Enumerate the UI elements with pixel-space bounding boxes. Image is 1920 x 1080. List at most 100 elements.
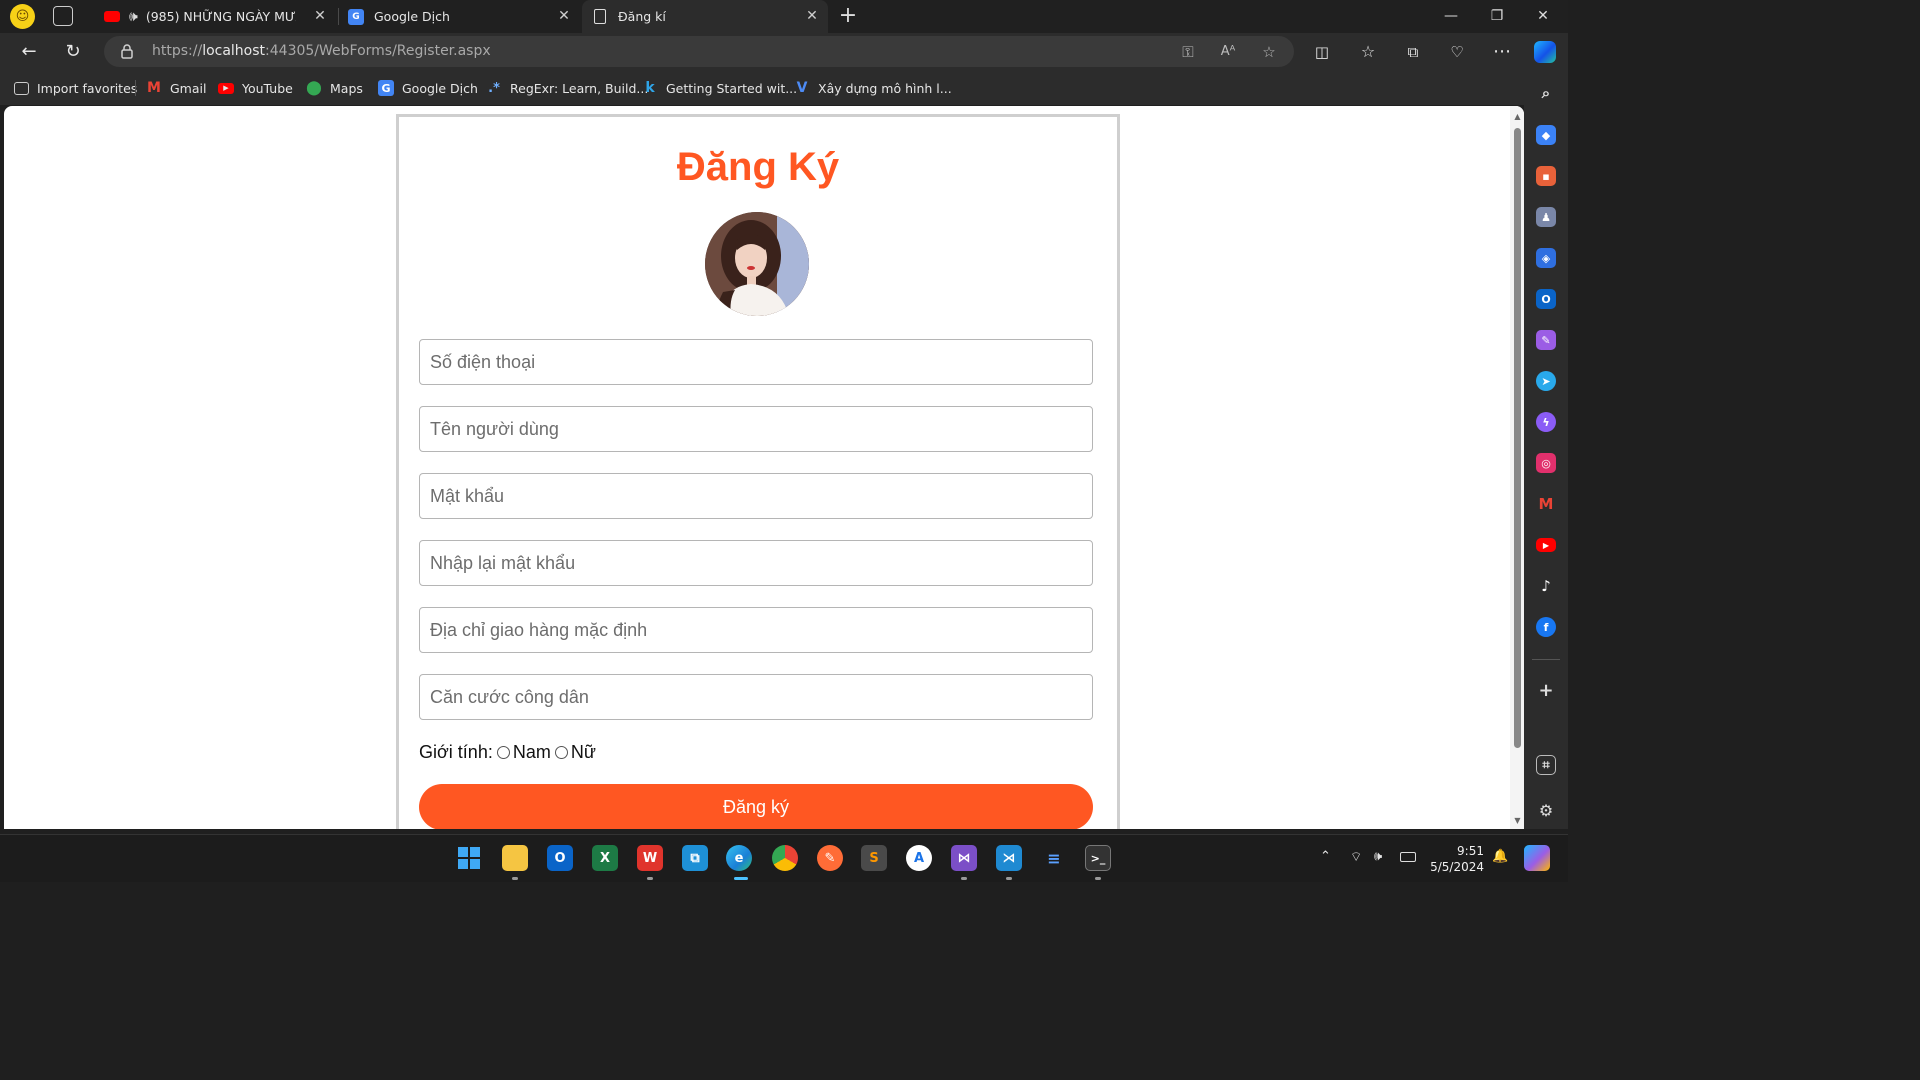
facebook-icon[interactable]: f [1536, 617, 1556, 637]
task-manager-icon[interactable]: ≡ [1041, 845, 1067, 871]
games-icon[interactable]: ♟ [1536, 207, 1556, 227]
tab-register[interactable]: Đăng kí ✕ [582, 0, 828, 33]
telegram-icon[interactable]: ➤ [1536, 371, 1556, 391]
file-explorer-icon[interactable] [502, 845, 528, 871]
address-input[interactable] [420, 608, 1092, 652]
messenger-icon[interactable]: ϟ [1536, 412, 1556, 432]
app-store-icon[interactable]: A [906, 845, 932, 871]
url-text[interactable]: https://localhost:44305/WebForms/Registe… [152, 43, 491, 59]
excel-icon[interactable]: X [592, 845, 618, 871]
gmail-sidebar-icon[interactable]: M [1536, 494, 1556, 514]
back-button[interactable]: ← [14, 37, 44, 67]
instagram-icon[interactable]: ◎ [1536, 453, 1556, 473]
split-screen-icon[interactable]: ◫ [1307, 37, 1337, 67]
clock[interactable]: 9:51 5/5/2024 [1430, 843, 1484, 875]
notification-bell-icon[interactable]: 🔔 [1492, 849, 1508, 864]
vscode-icon[interactable]: ⋊ [996, 845, 1022, 871]
favorites-bar: Import favorites M Gmail ▶ YouTube ⬤ Maps G… [0, 71, 1568, 105]
favorite-regexr[interactable]: .* RegExr: Learn, Build... [486, 79, 648, 97]
gender-female-label[interactable]: Nữ [571, 742, 596, 763]
postman-icon[interactable]: ✎ [817, 845, 843, 871]
address-field[interactable] [419, 607, 1093, 653]
copilot-sidebar-icon[interactable]: ◈ [1536, 248, 1556, 268]
volume-icon[interactable]: 🕪 [1374, 849, 1382, 864]
speaker-icon[interactable]: 🕪 [129, 9, 138, 25]
restore-button[interactable]: ❐ [1474, 0, 1520, 33]
scroll-down-icon[interactable]: ▼ [1513, 816, 1522, 825]
visual-studio-icon[interactable]: ⋈ [951, 845, 977, 871]
password-field[interactable] [419, 473, 1093, 519]
lock-icon[interactable] [120, 43, 134, 59]
scrollbar-thumb[interactable] [1514, 128, 1521, 748]
phone-input[interactable] [420, 340, 1092, 384]
outlook-new-icon[interactable]: O [547, 845, 573, 871]
confirm-password-input[interactable] [420, 541, 1092, 585]
close-tab-icon[interactable]: ✕ [312, 8, 328, 24]
minimize-button[interactable]: — [1428, 0, 1474, 33]
tab-google-translate[interactable]: G Google Dịch ✕ [340, 0, 580, 33]
favorite-google-translate[interactable]: G Google Dịch [378, 79, 478, 97]
tray-overflow-icon[interactable]: ⌃ [1320, 849, 1331, 864]
terminal-icon[interactable]: >_ [1085, 845, 1111, 871]
citizen-id-input[interactable] [420, 675, 1092, 719]
snipping-icon[interactable]: ⧉ [682, 845, 708, 871]
new-tab-button[interactable]: + [836, 3, 860, 29]
favorite-model[interactable]: V Xây dựng mô hình l... [794, 79, 952, 97]
workspaces-icon[interactable] [53, 6, 73, 26]
copilot-pre-icon[interactable] [1524, 845, 1550, 871]
address-bar[interactable]: https://localhost:44305/WebForms/Registe… [104, 36, 1294, 67]
scroll-up-icon[interactable]: ▲ [1513, 112, 1522, 121]
edge-icon[interactable]: e [726, 845, 752, 871]
register-button[interactable]: Đăng ký [419, 784, 1093, 829]
outlook-icon[interactable]: O [1536, 289, 1556, 309]
profile-icon[interactable]: ☺ [10, 4, 35, 29]
password-input[interactable] [420, 474, 1092, 518]
copilot-icon[interactable] [1534, 41, 1556, 63]
import-icon [14, 81, 29, 95]
youtube-icon: ▶ [218, 82, 234, 94]
username-input[interactable] [420, 407, 1092, 451]
tab-title: Google Dịch [374, 9, 450, 24]
battery-icon[interactable] [1400, 852, 1416, 862]
start-icon[interactable] [456, 845, 482, 871]
chrome-icon[interactable] [772, 845, 798, 871]
favorites-icon[interactable]: ☆ [1353, 37, 1383, 67]
wps-office-icon[interactable]: W [637, 845, 663, 871]
collections-icon[interactable]: ⧉ [1398, 37, 1428, 67]
sublime-icon[interactable]: S [861, 845, 887, 871]
favorite-star-icon[interactable]: ☆ [1259, 42, 1279, 62]
favorite-gmail[interactable]: M Gmail [146, 79, 206, 97]
search-icon[interactable]: ⌕ [1536, 83, 1556, 103]
key-icon[interactable]: ⚿ [1178, 42, 1198, 62]
gender-male-label[interactable]: Nam [513, 742, 551, 763]
tab-youtube[interactable]: 🕪 (985) NHỮNG NGÀY MƯA - ✕ [96, 0, 336, 33]
read-aloud-icon[interactable]: Aᴬ [1218, 42, 1238, 62]
screenshot-icon[interactable]: ⌗ [1536, 755, 1556, 775]
page-scrollbar[interactable]: ▲ ▼ [1510, 106, 1524, 829]
favorite-youtube[interactable]: ▶ YouTube [218, 79, 293, 97]
gender-female-radio[interactable] [554, 746, 568, 759]
regexr-icon: .* [488, 80, 500, 96]
favorite-import[interactable]: Import favorites [14, 79, 137, 97]
youtube-sidebar-icon[interactable]: ▶ [1536, 538, 1556, 552]
confirm-password-field[interactable] [419, 540, 1093, 586]
more-menu-icon[interactable]: ⋯ [1487, 37, 1517, 67]
add-sidebar-icon[interactable]: + [1536, 680, 1556, 701]
citizen-id-field[interactable] [419, 674, 1093, 720]
close-tab-icon[interactable]: ✕ [556, 8, 572, 24]
username-field[interactable] [419, 406, 1093, 452]
shopping-tag-icon[interactable]: ◆ [1536, 125, 1556, 145]
settings-gear-icon[interactable]: ⚙ [1536, 800, 1556, 820]
favorite-maps[interactable]: ⬤ Maps [306, 79, 363, 97]
browser-essentials-icon[interactable]: ♡ [1442, 37, 1472, 67]
refresh-button[interactable]: ↻ [58, 37, 88, 67]
designer-icon[interactable]: ✎ [1536, 330, 1556, 350]
close-tab-icon[interactable]: ✕ [804, 8, 820, 24]
close-window-button[interactable]: ✕ [1520, 0, 1566, 33]
wifi-icon[interactable]: ⌔ [1350, 849, 1362, 865]
tiktok-icon[interactable]: ♪ [1536, 576, 1556, 596]
gender-male-radio[interactable] [496, 746, 510, 759]
favorite-getting-started[interactable]: k Getting Started wit... [642, 79, 797, 97]
tools-icon[interactable]: ▪ [1536, 166, 1556, 186]
phone-field[interactable] [419, 339, 1093, 385]
